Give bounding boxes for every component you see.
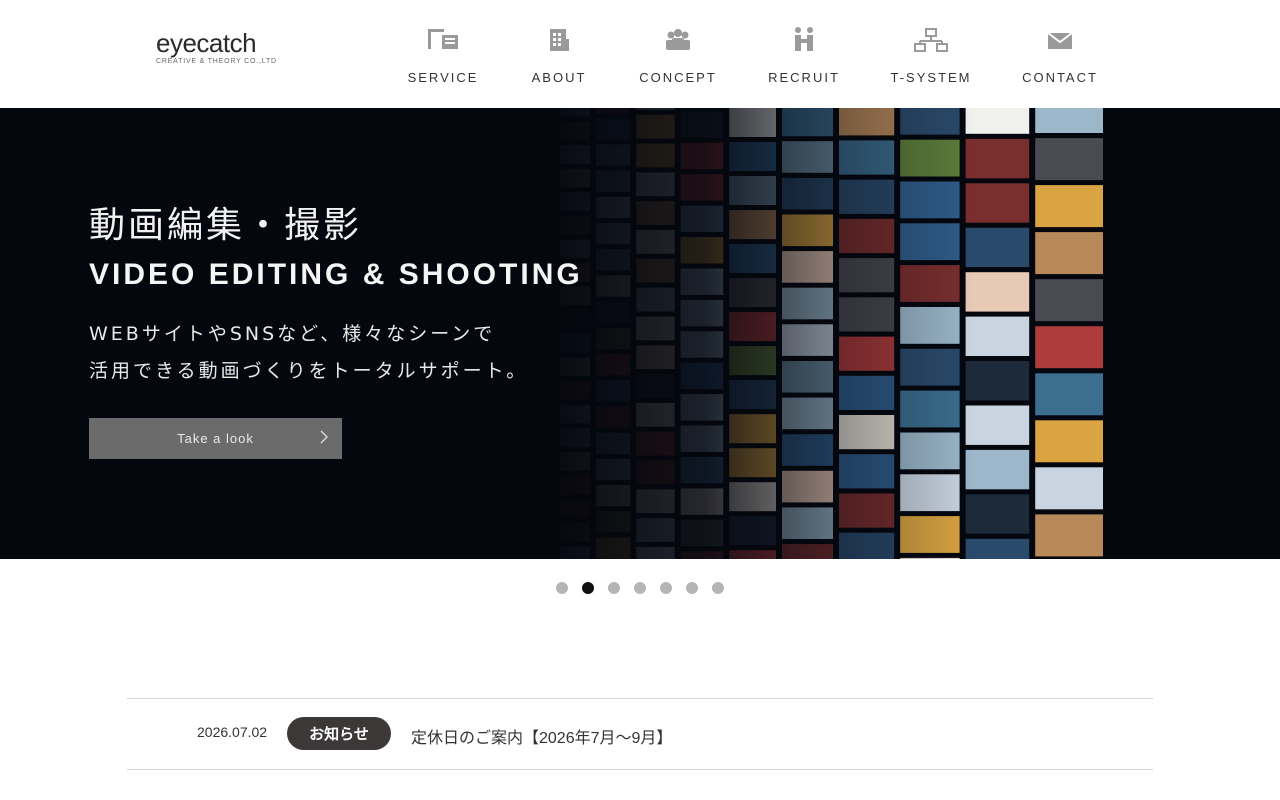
carousel-dot[interactable] (660, 582, 672, 594)
nav-label: RECRUIT (768, 70, 840, 85)
people-icon (660, 22, 696, 58)
carousel-dot[interactable] (556, 582, 568, 594)
carousel-dot[interactable] (634, 582, 646, 594)
nav-about[interactable]: ABOUT (531, 22, 587, 92)
news-title-link[interactable]: 定休日のご案内【2026年7月〜9月】 (411, 724, 672, 748)
nav-label: T-SYSTEM (890, 70, 972, 85)
handshake-icon (786, 22, 822, 58)
hero-desc-line: WEBサイトやSNSなど、様々なシーンで (89, 323, 496, 345)
hero-title-jp: 動画編集・撮影 (89, 205, 363, 246)
nav-label: SERVICE (407, 70, 479, 85)
nav-service[interactable]: SERVICE (408, 22, 476, 92)
chevron-right-icon (320, 430, 328, 444)
news-item: 2026.07.02 お知らせ 定休日のご案内【2026年7月〜9月】 (127, 698, 1153, 770)
nav-contact[interactable]: CONTACT (1022, 22, 1096, 92)
take-a-look-button[interactable]: Take a look (89, 418, 342, 459)
desk-icon (425, 22, 461, 58)
news-date: 2026.07.02 (197, 724, 268, 740)
button-label: Take a look (177, 431, 254, 446)
nav-label: ABOUT (531, 70, 587, 85)
site-header: eyecatch CREATIVE & THEORY CO.,LTD SERVI… (0, 0, 1280, 108)
hero-desc-line: 活用できる動画づくりをトータルサポート。 (89, 360, 529, 382)
building-icon (541, 22, 577, 58)
nav-t-system[interactable]: T-SYSTEM (891, 22, 970, 92)
main-nav: SERVICE ABOUT CONCEPT RECRUIT T-SYSTEM C… (0, 0, 1280, 108)
hero-slider[interactable]: 動画編集・撮影 VIDEO EDITING & SHOOTING WEBサイトや… (0, 108, 1280, 559)
nav-concept[interactable]: CONCEPT (639, 22, 715, 92)
nav-label: CONCEPT (639, 70, 717, 85)
carousel-dots (0, 582, 1280, 594)
nav-recruit[interactable]: RECRUIT (768, 22, 838, 92)
network-icon (913, 22, 949, 58)
hero-title-en: VIDEO EDITING & SHOOTING (89, 258, 583, 291)
carousel-dot[interactable] (712, 582, 724, 594)
nav-label: CONTACT (1022, 70, 1098, 85)
carousel-dot-active[interactable] (582, 582, 594, 594)
hero-description: WEBサイトやSNSなど、様々なシーンで 活用できる動画づくりをトータルサポート… (89, 316, 528, 390)
carousel-dot[interactable] (608, 582, 620, 594)
news-category-badge: お知らせ (287, 717, 391, 750)
mail-icon (1042, 22, 1078, 58)
carousel-dot[interactable] (686, 582, 698, 594)
